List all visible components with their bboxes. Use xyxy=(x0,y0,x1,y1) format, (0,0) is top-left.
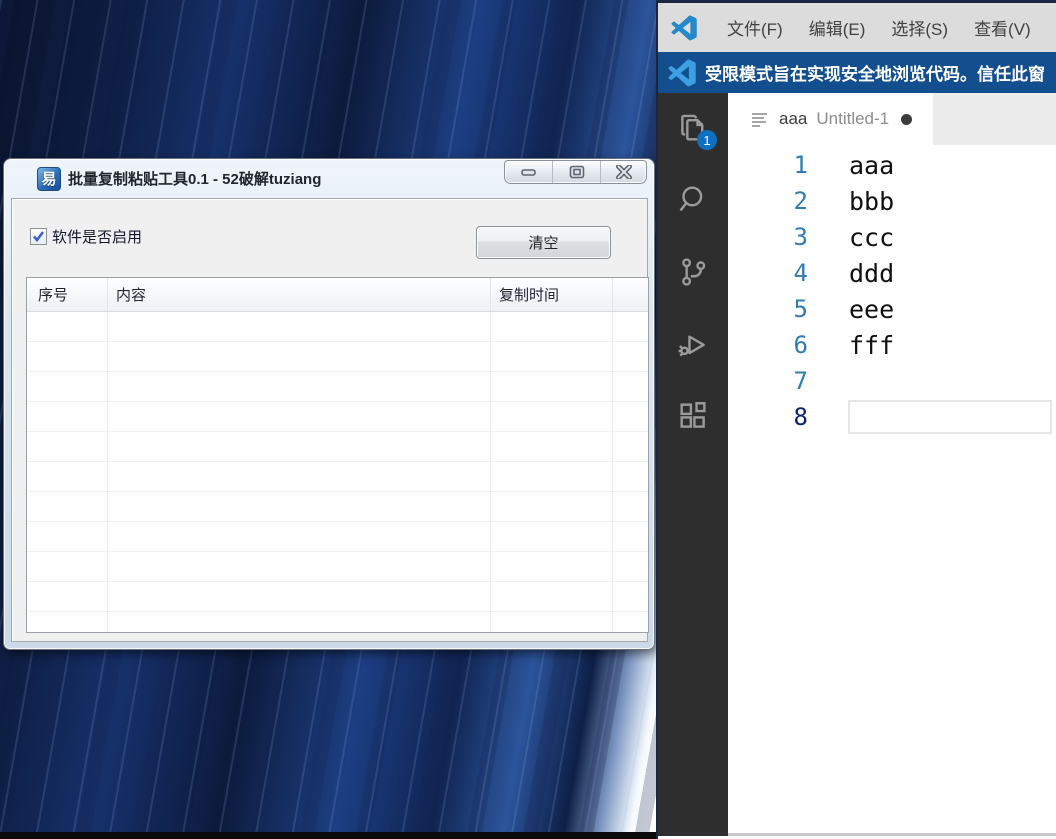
line-text: aaa xyxy=(808,151,894,180)
vscode-window: 文件(F)编辑(E)选择(S)查看(V) 受限模式旨在实现安全地浏览代码。信任此… xyxy=(656,0,1056,839)
line-number: 2 xyxy=(728,187,808,215)
table-body xyxy=(27,312,648,633)
vscode-titlebar[interactable]: 文件(F)编辑(E)选择(S)查看(V) xyxy=(658,3,1056,52)
screen: 易 批量复制粘贴工具0.1 - 52破解tuziang xyxy=(0,0,1056,839)
app-icon: 易 xyxy=(37,167,61,191)
current-line-highlight xyxy=(848,400,1052,434)
table-row xyxy=(27,492,648,522)
table-row xyxy=(27,432,648,462)
search-button[interactable] xyxy=(676,183,710,217)
table-row xyxy=(27,612,648,633)
code-line-3[interactable]: 3ccc xyxy=(728,219,1056,255)
code-line-5[interactable]: 5eee xyxy=(728,291,1056,327)
table-row xyxy=(27,582,648,612)
maximize-icon xyxy=(569,165,585,179)
column-header-stub xyxy=(613,278,648,311)
clear-button[interactable]: 清空 xyxy=(476,226,611,259)
enable-checkbox-label[interactable]: 软件是否启用 xyxy=(52,226,142,247)
line-text: fff xyxy=(808,331,894,360)
column-divider xyxy=(107,312,108,633)
enable-checkbox[interactable] xyxy=(30,228,47,245)
tab-label: aaa xyxy=(779,109,807,129)
menubar: 文件(F)编辑(E)选择(S)查看(V) xyxy=(714,15,1044,40)
menu-item-3[interactable]: 选择(S) xyxy=(878,15,961,40)
code-editor[interactable]: 1aaa2bbb3ccc4ddd5eee6fff78 xyxy=(728,145,1056,833)
table-header: 序号 内容 复制时间 xyxy=(27,278,648,312)
table-row xyxy=(27,372,648,402)
activity-bar: 1 xyxy=(658,93,728,836)
window-title: 批量复制粘贴工具0.1 - 52破解tuziang xyxy=(68,168,321,189)
run-debug-button[interactable] xyxy=(676,327,710,361)
line-number: 4 xyxy=(728,259,808,287)
vscode-body: 1 xyxy=(658,93,1056,836)
minimize-button[interactable] xyxy=(505,161,553,183)
line-number: 7 xyxy=(728,367,808,395)
code-line-6[interactable]: 6fff xyxy=(728,327,1056,363)
line-text: eee xyxy=(808,295,894,324)
vscode-bottom-edge xyxy=(728,833,1056,836)
table-row xyxy=(27,462,648,492)
window-titlebar[interactable]: 易 批量复制粘贴工具0.1 - 52破解tuziang xyxy=(4,159,654,198)
vscode-logo-icon xyxy=(668,59,696,87)
line-number: 6 xyxy=(728,331,808,359)
table-row xyxy=(27,342,648,372)
editor-group: aaa Untitled-1 1aaa2bbb3ccc4ddd5eee6fff7… xyxy=(728,93,1056,836)
menu-item-1[interactable]: 文件(F) xyxy=(714,15,796,40)
line-number: 1 xyxy=(728,151,808,179)
source-control-button[interactable] xyxy=(676,255,710,289)
search-icon xyxy=(676,183,710,217)
line-text: bbb xyxy=(808,187,894,216)
line-text: ccc xyxy=(808,223,894,252)
window-controls xyxy=(504,160,647,184)
table-row xyxy=(27,312,648,342)
menu-item-4[interactable]: 查看(V) xyxy=(961,15,1044,40)
line-number: 8 xyxy=(728,403,808,431)
run-debug-icon xyxy=(676,327,710,361)
tab-bar: aaa Untitled-1 xyxy=(728,93,1056,145)
column-header-time[interactable]: 复制时间 xyxy=(491,278,613,311)
table-row xyxy=(27,402,648,432)
tab-description: Untitled-1 xyxy=(816,109,889,129)
text-file-icon xyxy=(751,111,768,128)
line-text: ddd xyxy=(808,259,894,288)
code-line-4[interactable]: 4ddd xyxy=(728,255,1056,291)
column-divider xyxy=(612,312,613,633)
code-line-1[interactable]: 1aaa xyxy=(728,147,1056,183)
line-number: 3 xyxy=(728,223,808,251)
column-header-index[interactable]: 序号 xyxy=(27,278,108,311)
window-content: 软件是否启用 清空 序号 内容 复制时间 xyxy=(11,198,648,642)
table-row xyxy=(27,552,648,582)
code-line-7[interactable]: 7 xyxy=(728,363,1056,399)
modified-dot-icon[interactable] xyxy=(901,114,912,125)
close-icon xyxy=(616,165,632,179)
extensions-button[interactable] xyxy=(676,399,710,433)
menu-item-2[interactable]: 编辑(E) xyxy=(796,15,879,40)
clipboard-table: 序号 内容 复制时间 xyxy=(26,277,649,633)
close-button[interactable] xyxy=(601,161,646,183)
minimize-icon xyxy=(521,167,537,177)
restricted-mode-banner: 受限模式旨在实现安全地浏览代码。信任此窗 xyxy=(658,52,1056,93)
batch-copy-tool-window: 易 批量复制粘贴工具0.1 - 52破解tuziang xyxy=(3,158,655,650)
explorer-button[interactable]: 1 xyxy=(676,111,710,145)
extensions-icon xyxy=(676,399,710,433)
vscode-logo-icon xyxy=(671,15,697,41)
code-line-8[interactable]: 8 xyxy=(728,399,1056,435)
column-divider xyxy=(490,312,491,633)
maximize-button[interactable] xyxy=(553,161,601,183)
source-control-icon xyxy=(676,255,710,289)
tab-untitled-1[interactable]: aaa Untitled-1 xyxy=(728,93,933,145)
enable-row: 软件是否启用 xyxy=(30,226,142,247)
code-line-2[interactable]: 2bbb xyxy=(728,183,1056,219)
explorer-badge: 1 xyxy=(697,130,717,150)
line-number: 5 xyxy=(728,295,808,323)
taskbar-edge xyxy=(0,832,656,839)
banner-text: 受限模式旨在实现安全地浏览代码。信任此窗 xyxy=(705,60,1045,85)
table-row xyxy=(27,522,648,552)
column-header-content[interactable]: 内容 xyxy=(108,278,491,311)
check-icon xyxy=(32,230,45,243)
